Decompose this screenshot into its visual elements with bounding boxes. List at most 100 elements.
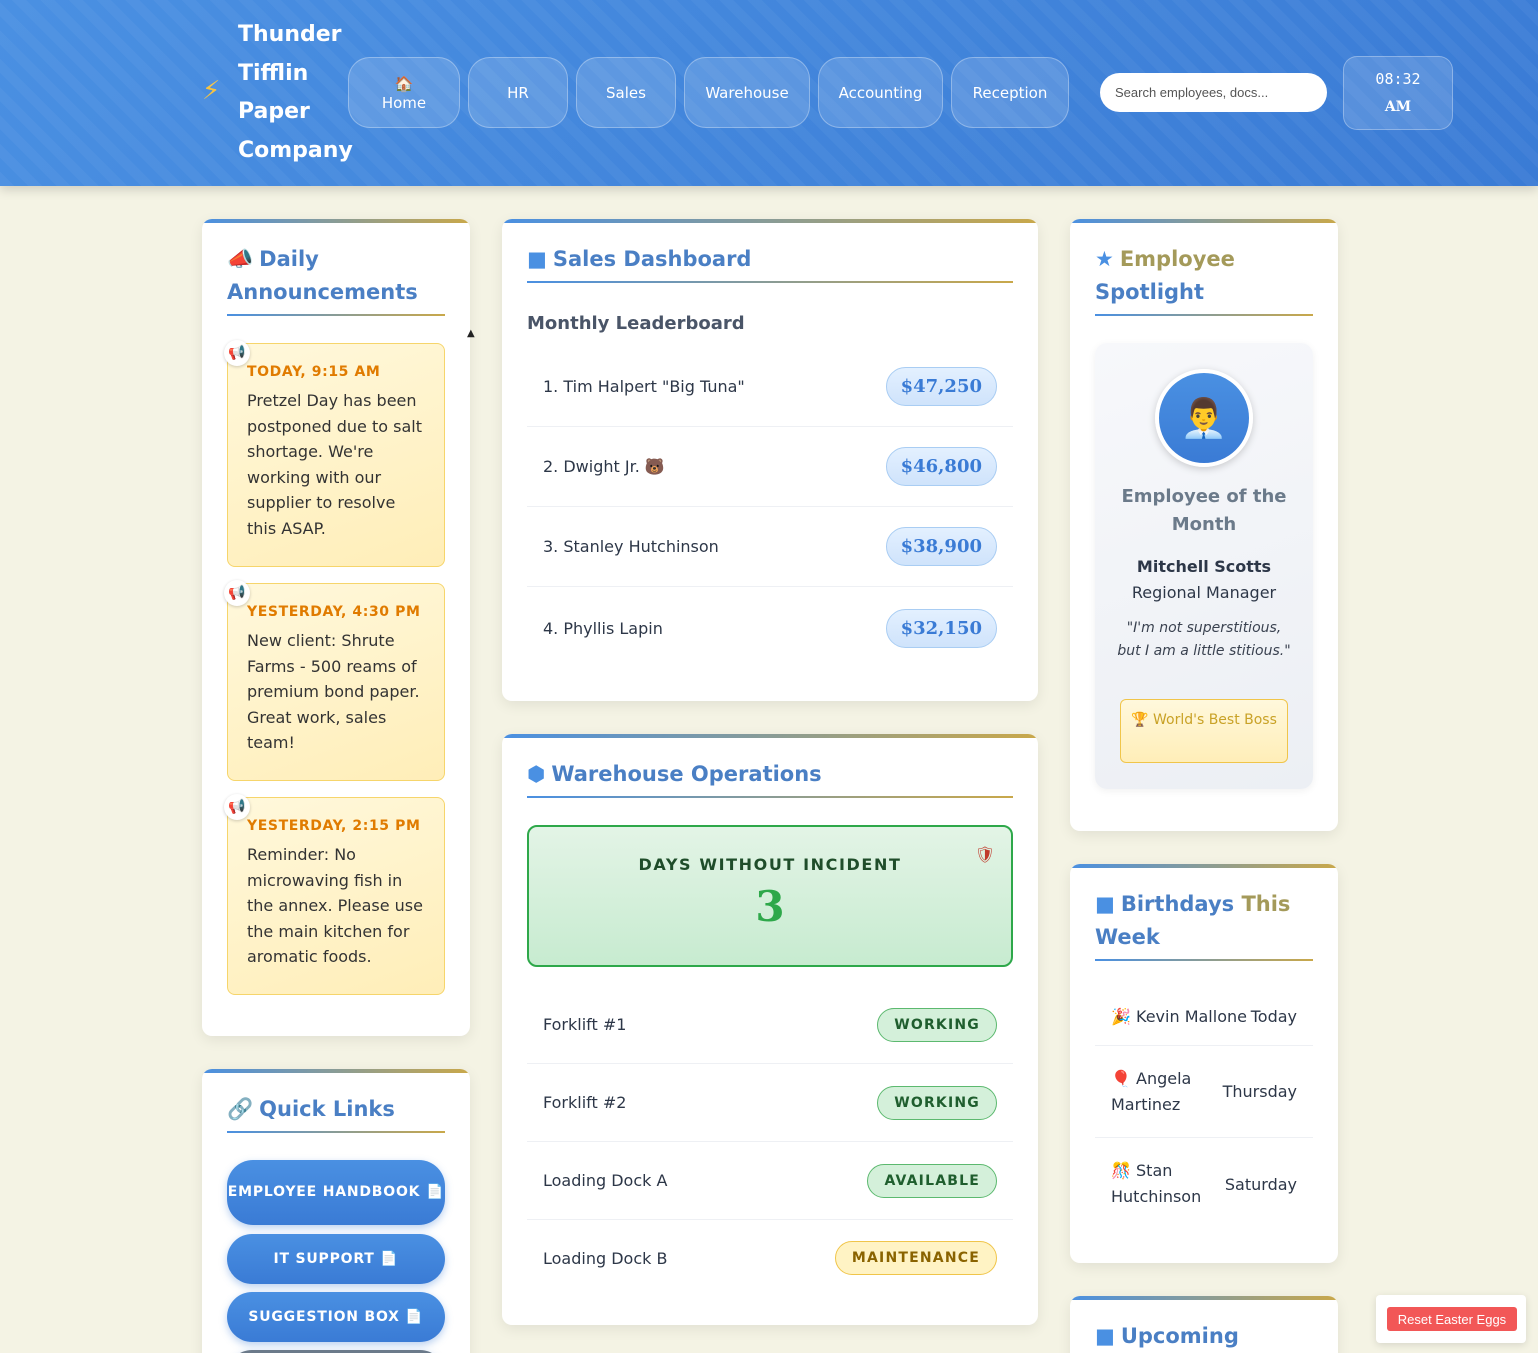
status-badge: MAINTENANCE [834,1241,997,1275]
sales-amount: $38,900 [885,527,997,566]
equipment-name: Forklift #2 [543,1093,627,1112]
announcement-time: YESTERDAY, 4:30 PM [247,604,421,620]
calendar-icon: ■ [1095,1324,1115,1348]
clock-ampm: AM [1384,99,1412,115]
employee-handbook-button[interactable]: EMPLOYEE HANDBOOK 📄 [227,1160,445,1225]
birthday-row: 🎊 Stan Hutchinson Saturday [1095,1138,1313,1230]
sales-dashboard-card: ■ Sales Dashboard Monthly Leaderboard 1. … [502,219,1038,701]
birthday-day: Saturday [1224,1174,1297,1194]
birthday-name: 🎈 Angela Martinez [1111,1068,1192,1114]
upcoming-card: ■ Upcoming [1070,1296,1338,1353]
card-title: ■ Upcoming [1095,1324,1239,1348]
announcement-message: Pretzel Day has been postponed due to sa… [247,391,422,538]
title-divider [527,281,1013,283]
salesperson-name: 3. Stanley Hutchinson [543,537,719,556]
nav-hr[interactable]: HR [468,57,568,128]
card-title: 📣 Daily Announcements [227,247,418,304]
nav-label: Reception [972,83,1048,102]
announcement-item: 📢 TODAY, 9:15 AM Pretzel Day has been po… [224,340,445,567]
nav-label: HR [507,83,529,102]
link-icon: 🔗 [227,1097,254,1121]
search-input[interactable] [1100,73,1327,112]
cake-icon: ■ [1095,892,1115,916]
card-title: ⬢ Warehouse Operations [527,762,822,786]
shield-icon: 🛡 [974,845,995,864]
announcement-message: New client: Shrute Farms - 500 reams of … [247,631,420,753]
announcement-time: YESTERDAY, 2:15 PM [247,818,421,834]
shield-icon: ⬢ [527,762,546,786]
lightning-icon: ⚡ [202,76,221,106]
quick-links-card: 🔗 Quick Links EMPLOYEE HANDBOOK 📄 IT SUPP… [202,1069,470,1353]
sales-amount: $47,250 [885,367,997,406]
equipment-row: Forklift #1 WORKING [527,986,1013,1064]
status-badge: WORKING [877,1085,997,1120]
megaphone-icon: 📢 [224,580,250,606]
birthdays-card: ■ Birthdays This Week 🎉 Kevin Mallone Toda… [1070,864,1338,1263]
announcement-time: TODAY, 9:15 AM [247,364,381,380]
party-icon: 🎉 [1111,1006,1131,1026]
suggestion-box-button[interactable]: SUGGESTION BOX 📄 [227,1292,445,1342]
title-divider [227,1131,445,1133]
megaphone-icon: 📢 [224,340,250,366]
spotlight-heading: Employee of the Month [1121,486,1287,535]
nav-warehouse[interactable]: Warehouse [684,57,810,128]
reset-panel: Reset Easter Eggs [1376,1295,1526,1343]
avatar: 👨‍💼 [1155,369,1253,467]
leaderboard-row: 1. Tim Halpert "Big Tuna" $47,250 [527,347,1013,427]
nav-label: Home [381,93,427,112]
salesperson-name: 1. Tim Halpert "Big Tuna" [543,377,745,396]
leaderboard-heading: Monthly Leaderboard [527,313,745,334]
nav-reception[interactable]: Reception [951,57,1069,128]
chart-icon: ■ [527,247,547,271]
nav-accounting[interactable]: Accounting [818,57,943,128]
employee-quote: "I'm not superstitious, but I am a littl… [1117,620,1291,659]
nav-label: Warehouse [705,83,789,102]
clock: 08:32 AM [1343,56,1453,130]
title-divider [1095,959,1313,961]
card-title: 🔗 Quick Links [227,1097,395,1121]
home-icon: 🏠 [394,74,414,93]
megaphone-icon: 📣 [227,247,254,271]
nav-home[interactable]: 🏠 Home [348,57,460,128]
confetti-icon: 🎊 [1111,1161,1131,1180]
incident-label: DAYS WITHOUT INCIDENT [638,855,902,874]
equipment-row: Forklift #2 WORKING [527,1064,1013,1142]
equipment-row: Loading Dock A AVAILABLE [527,1142,1013,1220]
reset-easter-eggs-button[interactable]: Reset Easter Eggs [1387,1307,1517,1331]
card-title: ■ Sales Dashboard [527,247,752,271]
star-icon: ★ [1095,247,1114,271]
equipment-row: Loading Dock B MAINTENANCE [527,1219,1013,1297]
equipment-name: Loading Dock B [543,1248,668,1268]
mouse-cursor-icon: ▲ [467,328,475,339]
equipment-name: Forklift #1 [543,1015,627,1034]
nav-label: Sales [606,83,646,102]
award-badge[interactable]: 🏆 World's Best Boss [1120,699,1288,763]
title-divider [1095,314,1313,316]
employee-role: Regional Manager [1131,583,1277,602]
birthday-day: Thursday [1222,1082,1297,1101]
company-name[interactable]: Thunder Tifflin Paper Company [238,16,356,170]
birthday-name: 🎉 Kevin Mallone [1111,1006,1247,1026]
status-badge: AVAILABLE [867,1163,997,1198]
clock-time: 08:32 [1375,70,1421,88]
announcement-message: Reminder: No microwaving fish in the ann… [247,845,423,967]
salesperson-name: 4. Phyllis Lapin [543,618,663,638]
sales-amount: $32,150 [885,608,997,648]
nav-sales[interactable]: Sales [576,57,676,128]
it-support-button[interactable]: IT SUPPORT 📄 [227,1234,445,1284]
employee-of-month: 👨‍💼 Employee of the Month Mitchell Scott… [1095,343,1313,789]
top-header: ⚡ Thunder Tifflin Paper Company 🏠 Home H… [0,0,1538,186]
balloon-icon: 🎈 [1111,1068,1131,1088]
title-divider [527,796,1013,798]
leaderboard-row: 3. Stanley Hutchinson $38,900 [527,507,1013,587]
card-title: ★ Employee Spotlight [1095,247,1235,304]
megaphone-icon: 📢 [224,794,250,820]
leaderboard-row: 2. Dwight Jr. 🐻 $46,800 [527,427,1013,507]
nav-label: Accounting [838,83,923,102]
announcement-item: 📢 YESTERDAY, 4:30 PM New client: Shrute … [224,580,445,781]
sales-amount: $46,800 [885,447,997,486]
birthday-row: 🎈 Angela Martinez Thursday [1095,1046,1313,1138]
warehouse-card: ⬢ Warehouse Operations 🛡 DAYS WITHOUT INC… [502,734,1038,1325]
spotlight-card: ★ Employee Spotlight 👨‍💼 Employee of the M… [1070,219,1338,831]
title-divider [227,314,445,316]
